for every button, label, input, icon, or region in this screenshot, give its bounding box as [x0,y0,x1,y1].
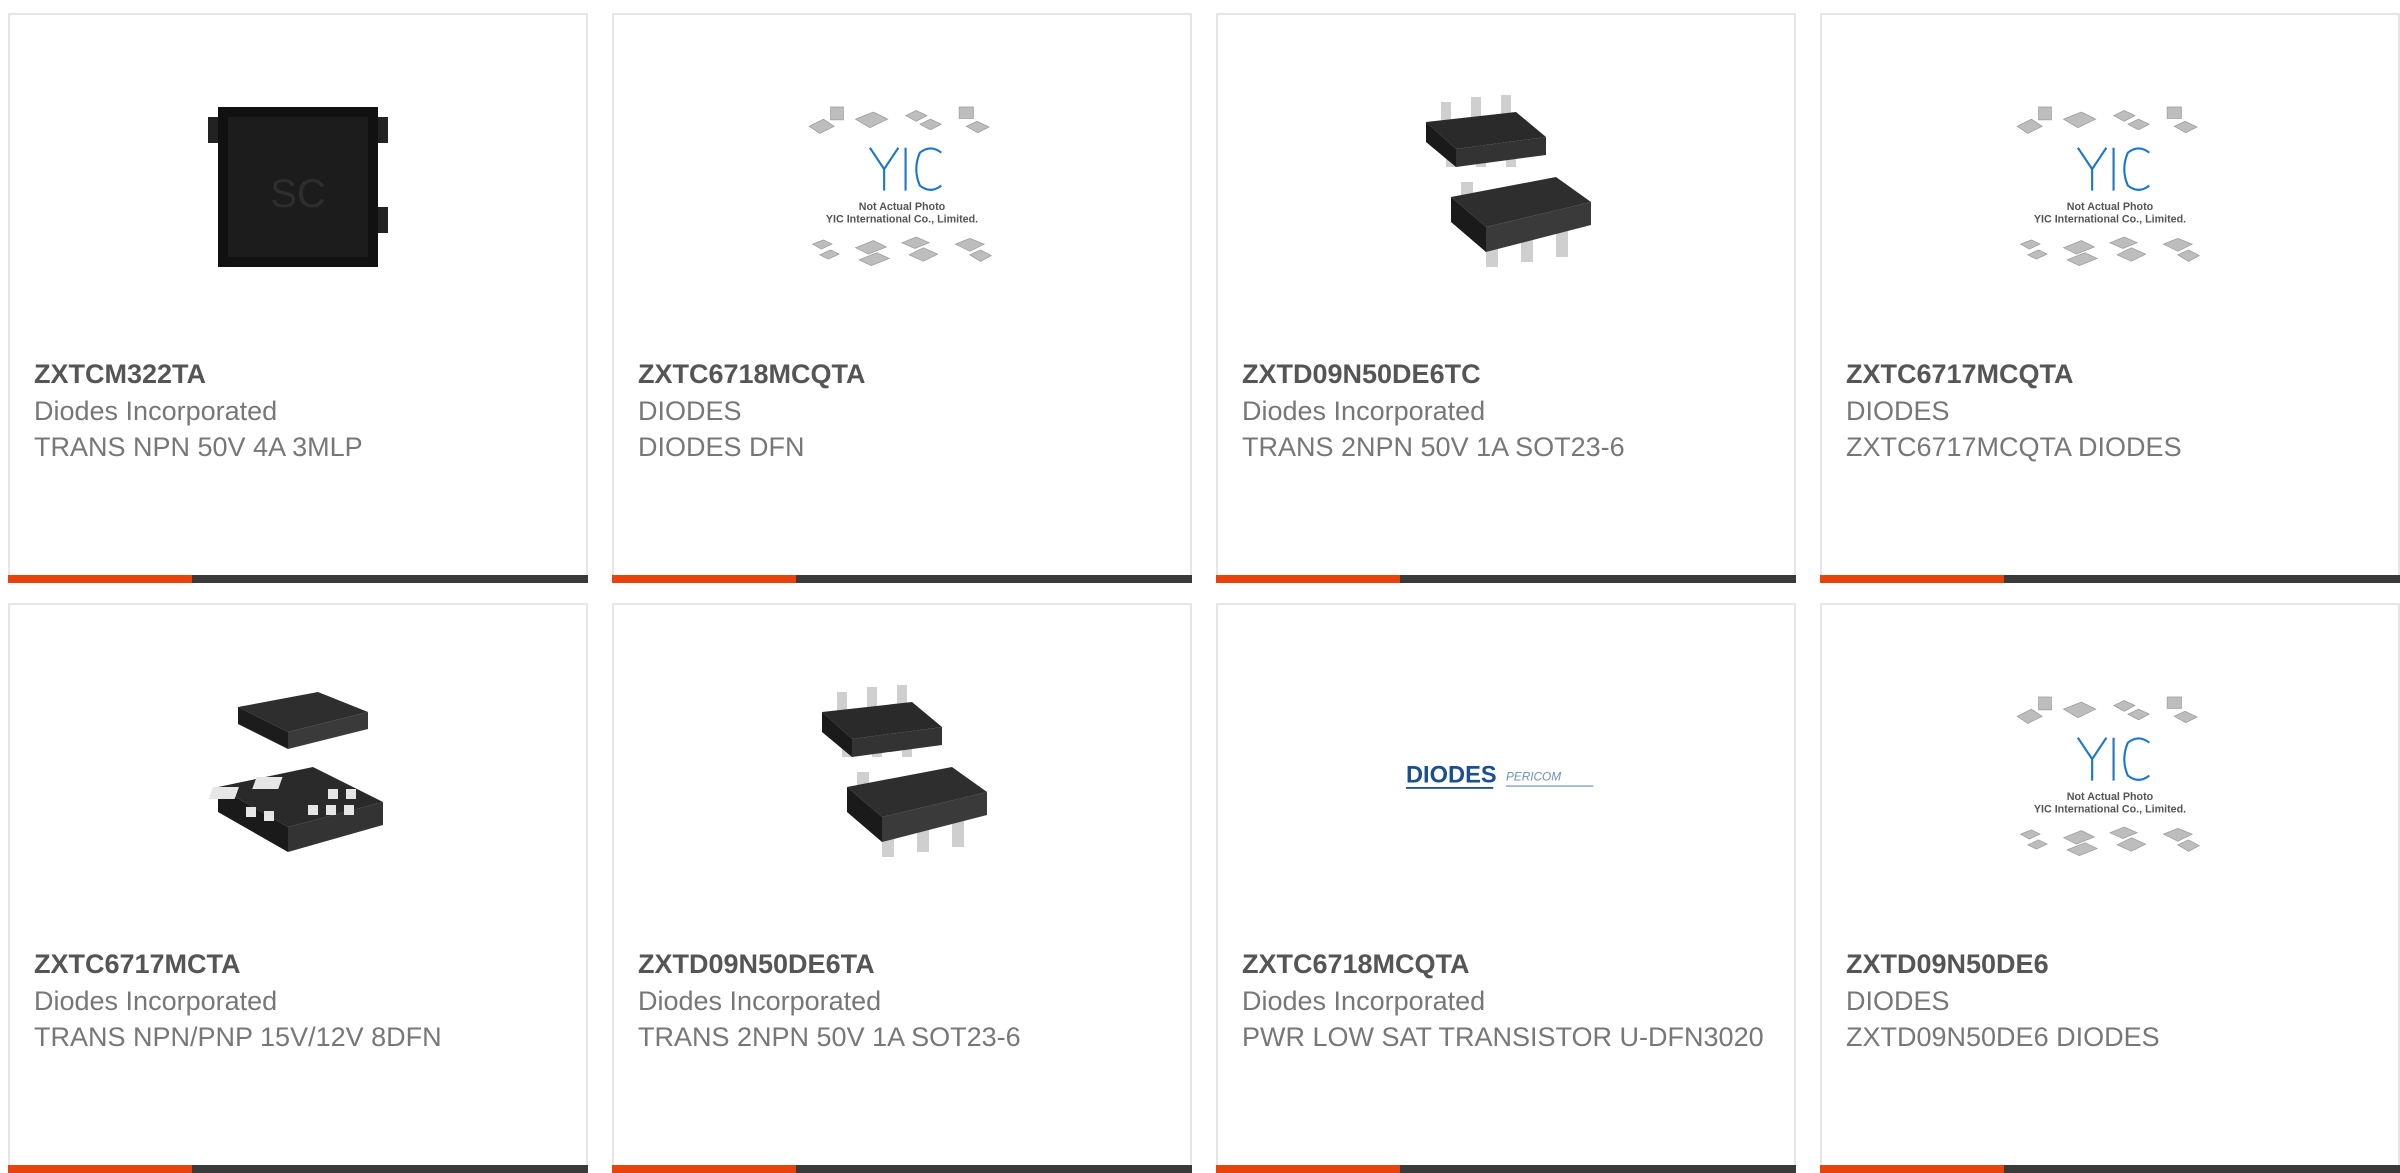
product-card[interactable]: ZXTC6717MCTA Diodes Incorporated TRANS N… [8,603,588,1173]
product-grid: SC ZXTCM322TA Diodes Incorporated TRANS … [8,13,2400,1173]
manufacturer: Diodes Incorporated [638,986,882,1016]
logo-sub: PERICOM [1506,770,1561,784]
yic-placeholder-icon[interactable]: Not Actual Photo YIC International Co., … [2010,87,2210,287]
product-card[interactable]: Not Actual Photo YIC International Co., … [1820,603,2400,1173]
card-accent [1820,1165,2004,1173]
manufacturer: Diodes Incorporated [1242,986,1486,1016]
card-bottom-bar [1216,575,1796,583]
description: TRANS 2NPN 50V 1A SOT23-6 [638,1022,1021,1052]
diodes-logo-icon[interactable]: DIODES PERICOM [1406,677,1606,877]
manufacturer: Diodes Incorporated [34,396,278,426]
description: PWR LOW SAT TRANSISTOR U-DFN3020 [1242,1022,1764,1052]
product-card[interactable]: Not Actual Photo YIC International Co., … [612,13,1192,583]
svg-text:SC: SC [270,172,326,216]
logo-brand: DIODES [1406,762,1497,788]
description: ZXTD09N50DE6 DIODES [1846,1022,2160,1052]
part-number[interactable]: ZXTD09N50DE6TA [638,945,1166,983]
part-number[interactable]: ZXTD09N50DE6 [1846,945,2374,983]
part-number[interactable]: ZXTCM322TA [34,355,562,393]
product-card[interactable]: Not Actual Photo YIC International Co., … [1820,13,2400,583]
placeholder-line1: Not Actual Photo [2067,791,2154,803]
placeholder-line1: Not Actual Photo [2067,201,2154,213]
manufacturer: Diodes Incorporated [1242,396,1486,426]
product-card[interactable]: DIODES PERICOM ZXTC6718MCQTA Diodes Inco… [1216,603,1796,1173]
yic-placeholder-icon[interactable]: Not Actual Photo YIC International Co., … [802,87,1002,287]
card-accent [8,1165,192,1173]
card-accent [612,575,796,583]
chip-sot23-6-icon[interactable] [1406,87,1606,287]
description: TRANS NPN/PNP 15V/12V 8DFN [34,1022,442,1052]
card-bottom-bar [1820,575,2400,583]
chip-sot23-6-icon[interactable] [802,677,1002,877]
part-number[interactable]: ZXTD09N50DE6TC [1242,355,1770,393]
card-bottom-bar [8,575,588,583]
manufacturer: Diodes Incorporated [34,986,278,1016]
chip-3mlp-icon[interactable]: SC [198,87,398,287]
card-accent [612,1165,796,1173]
manufacturer: DIODES [1846,986,1950,1016]
product-card[interactable]: ZXTD09N50DE6TC Diodes Incorporated TRANS… [1216,13,1796,583]
part-number[interactable]: ZXTC6717MCTA [34,945,562,983]
card-bottom-bar [612,1165,1192,1173]
chip-8dfn-icon[interactable] [198,677,398,877]
description: TRANS NPN 50V 4A 3MLP [34,432,363,462]
card-accent [1216,1165,1400,1173]
card-accent [1216,575,1400,583]
placeholder-line1: Not Actual Photo [859,201,946,213]
card-bottom-bar [8,1165,588,1173]
description: ZXTC6717MCQTA DIODES [1846,432,2182,462]
manufacturer: DIODES [638,396,742,426]
yic-placeholder-icon[interactable]: Not Actual Photo YIC International Co., … [2010,677,2210,877]
placeholder-line2: YIC International Co., Limited. [2034,804,2186,816]
card-accent [8,575,192,583]
part-number[interactable]: ZXTC6717MCQTA [1846,355,2374,393]
card-bottom-bar [1216,1165,1796,1173]
placeholder-line2: YIC International Co., Limited. [2034,214,2186,226]
part-number[interactable]: ZXTC6718MCQTA [638,355,1166,393]
card-bottom-bar [1820,1165,2400,1173]
card-bottom-bar [612,575,1192,583]
manufacturer: DIODES [1846,396,1950,426]
description: DIODES DFN [638,432,805,462]
part-number[interactable]: ZXTC6718MCQTA [1242,945,1770,983]
product-card[interactable]: ZXTD09N50DE6TA Diodes Incorporated TRANS… [612,603,1192,1173]
product-card[interactable]: SC ZXTCM322TA Diodes Incorporated TRANS … [8,13,588,583]
card-accent [1820,575,2004,583]
description: TRANS 2NPN 50V 1A SOT23-6 [1242,432,1625,462]
placeholder-line2: YIC International Co., Limited. [826,214,978,226]
